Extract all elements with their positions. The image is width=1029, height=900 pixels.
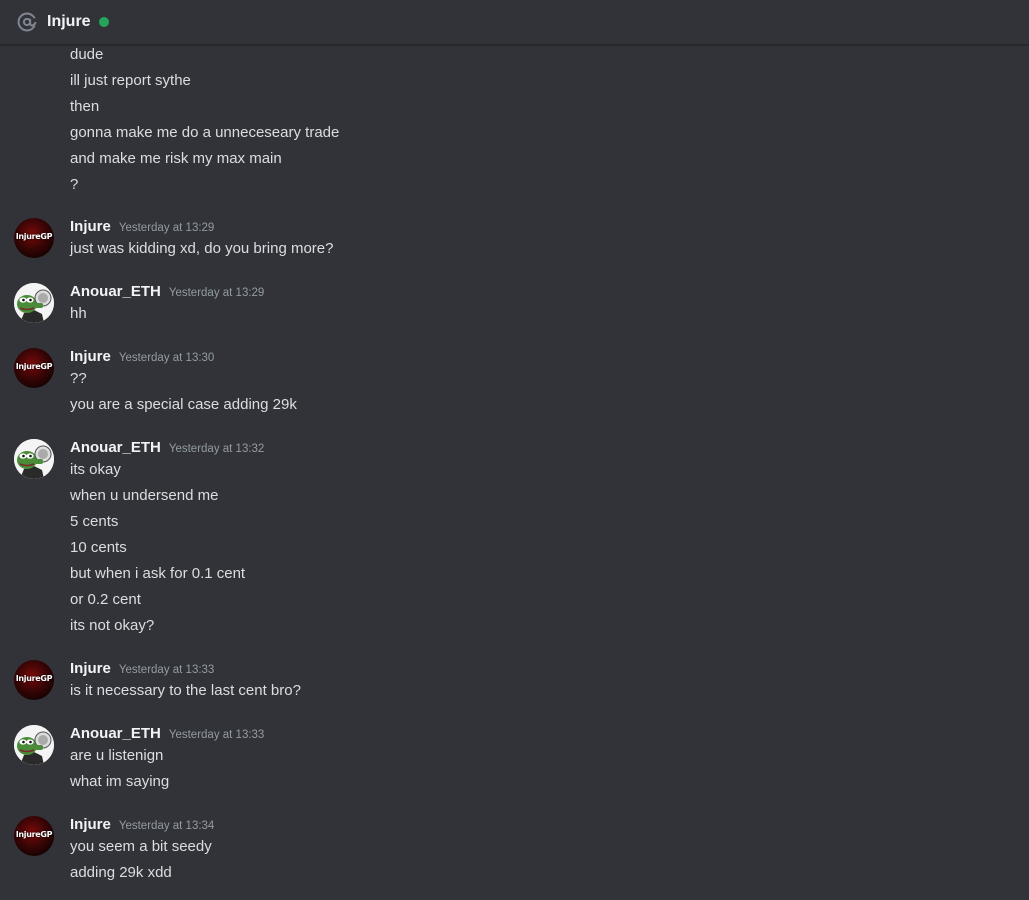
online-status-icon	[98, 17, 109, 27]
message-line: is it necessary to the last cent bro?	[70, 682, 301, 699]
message-header: Injure Yesterday at 13:33	[70, 660, 214, 677]
message-line: what im saying	[70, 773, 170, 790]
message-line: 5 cents	[70, 513, 119, 530]
pepe-avatar-icon	[14, 283, 54, 323]
message-line: gonna make me do a unneceseary trade	[70, 124, 340, 141]
message-line: are u listenign	[70, 747, 164, 764]
message-timestamp: Yesterday at 13:29	[168, 287, 265, 299]
author-name[interactable]: Anouar_ETH	[70, 725, 161, 742]
author-name[interactable]: Injure	[70, 218, 111, 235]
message-line: just was kidding xd, do you bring more?	[70, 240, 334, 257]
user-avatar[interactable]: InjureGP	[14, 348, 54, 388]
avatar-logo-text: InjureGP	[15, 362, 53, 371]
pepe-avatar-icon	[14, 725, 54, 765]
message-line: when u undersend me	[70, 487, 219, 504]
message-line: you seem a bit seedy	[70, 838, 212, 855]
pepe-avatar-icon	[14, 439, 54, 479]
message-timestamp: Yesterday at 13:33	[168, 729, 265, 741]
message-line: ill just report sythe	[70, 72, 191, 89]
message-line: ?	[70, 176, 79, 193]
message-header: Injure Yesterday at 13:29	[70, 218, 214, 235]
message-line: dude	[70, 46, 104, 63]
avatar-logo-text: InjureGP	[15, 232, 53, 241]
message-line: hh	[70, 305, 87, 322]
author-name[interactable]: Anouar_ETH	[70, 439, 161, 456]
user-avatar[interactable]: InjureGP	[14, 660, 54, 700]
message-line: or 0.2 cent	[70, 591, 141, 608]
message-timestamp: Yesterday at 13:34	[118, 820, 215, 832]
message-header: Anouar_ETH Yesterday at 13:32	[70, 439, 264, 456]
dm-recipient-name[interactable]: Injure	[47, 13, 91, 31]
message-header: Injure Yesterday at 13:34	[70, 816, 214, 833]
author-name[interactable]: Injure	[70, 348, 111, 365]
message-line: ??	[70, 370, 87, 387]
message-line: its not okay?	[70, 617, 155, 634]
user-avatar[interactable]	[14, 439, 54, 479]
message-timestamp: Yesterday at 13:33	[118, 664, 215, 676]
author-name[interactable]: Anouar_ETH	[70, 283, 161, 300]
user-avatar[interactable]	[14, 283, 54, 323]
message-timestamp: Yesterday at 13:29	[118, 222, 215, 234]
avatar-logo-text: InjureGP	[15, 674, 53, 683]
user-avatar[interactable]: InjureGP	[14, 218, 54, 258]
message-timestamp: Yesterday at 13:32	[168, 443, 265, 455]
message-header: Anouar_ETH Yesterday at 13:29	[70, 283, 264, 300]
author-name[interactable]: Injure	[70, 816, 111, 833]
user-avatar[interactable]	[14, 725, 54, 765]
author-name[interactable]: Injure	[70, 660, 111, 677]
user-avatar[interactable]: InjureGP	[14, 816, 54, 856]
message-header: Anouar_ETH Yesterday at 13:33	[70, 725, 264, 742]
message-line: then	[70, 98, 100, 115]
message-list[interactable]: dude ill just report sythe then gonna ma…	[0, 45, 1029, 900]
message-line: 10 cents	[70, 539, 127, 556]
message-line: its okay	[70, 461, 121, 478]
avatar-logo-text: InjureGP	[15, 830, 53, 839]
message-header: Injure Yesterday at 13:30	[70, 348, 214, 365]
message-line: but when i ask for 0.1 cent	[70, 565, 246, 582]
channel-header: Injure	[0, 0, 1029, 45]
message-line: adding 29k xdd	[70, 864, 172, 881]
message-timestamp: Yesterday at 13:30	[118, 352, 215, 364]
message-line: and make me risk my max main	[70, 150, 282, 167]
at-sign-icon	[17, 12, 38, 32]
message-line: you are a special case adding 29k	[70, 396, 297, 413]
